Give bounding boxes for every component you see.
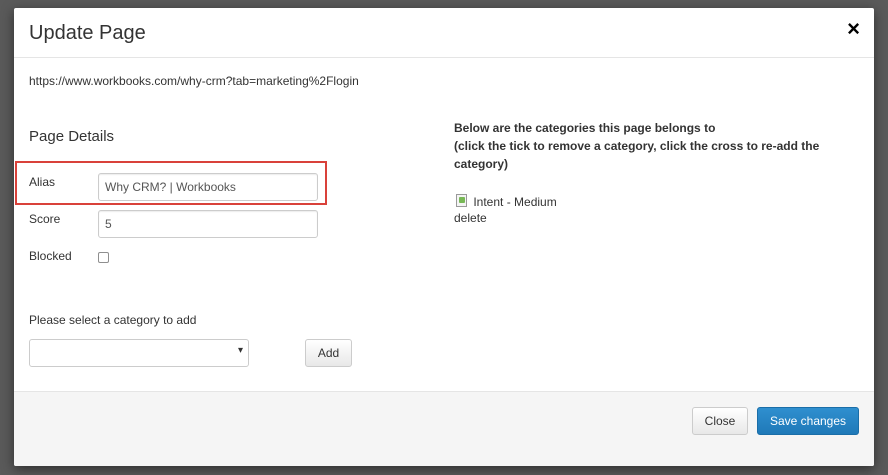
page-details-title: Page Details [29,128,115,145]
score-input[interactable] [98,210,318,238]
category-name: Intent - Medium [473,195,557,209]
chevron-down-icon: ▾ [237,345,243,356]
dialog-title: Update Page [29,22,146,44]
close-icon[interactable]: × [847,18,860,40]
blocked-checkbox[interactable] [98,252,109,263]
categories-intro: Below are the categories this page belon… [454,119,854,173]
add-category-button[interactable]: Add [305,339,352,367]
page-url: https://www.workbooks.com/why-crm?tab=ma… [29,74,359,88]
dialog-footer: Close Save changes [14,391,874,466]
broken-image-icon[interactable] [454,193,470,209]
category-item: Intent - Medium delete [454,193,557,226]
dialog-header: Update Page × [14,8,874,58]
category-select[interactable]: ▾ [29,339,249,367]
score-label: Score [29,212,61,226]
categories-intro-line2: (click the tick to remove a category, cl… [454,139,820,171]
close-button[interactable]: Close [692,407,748,435]
category-delete-alt[interactable]: delete [454,210,557,226]
update-page-dialog: Update Page × https://www.workbooks.com/… [14,8,874,466]
alias-label: Alias [29,175,56,189]
blocked-label: Blocked [29,249,72,263]
category-select-label: Please select a category to add [29,313,197,327]
categories-intro-line1: Below are the categories this page belon… [454,121,716,135]
alias-input[interactable] [98,173,318,201]
save-changes-button[interactable]: Save changes [757,407,859,435]
